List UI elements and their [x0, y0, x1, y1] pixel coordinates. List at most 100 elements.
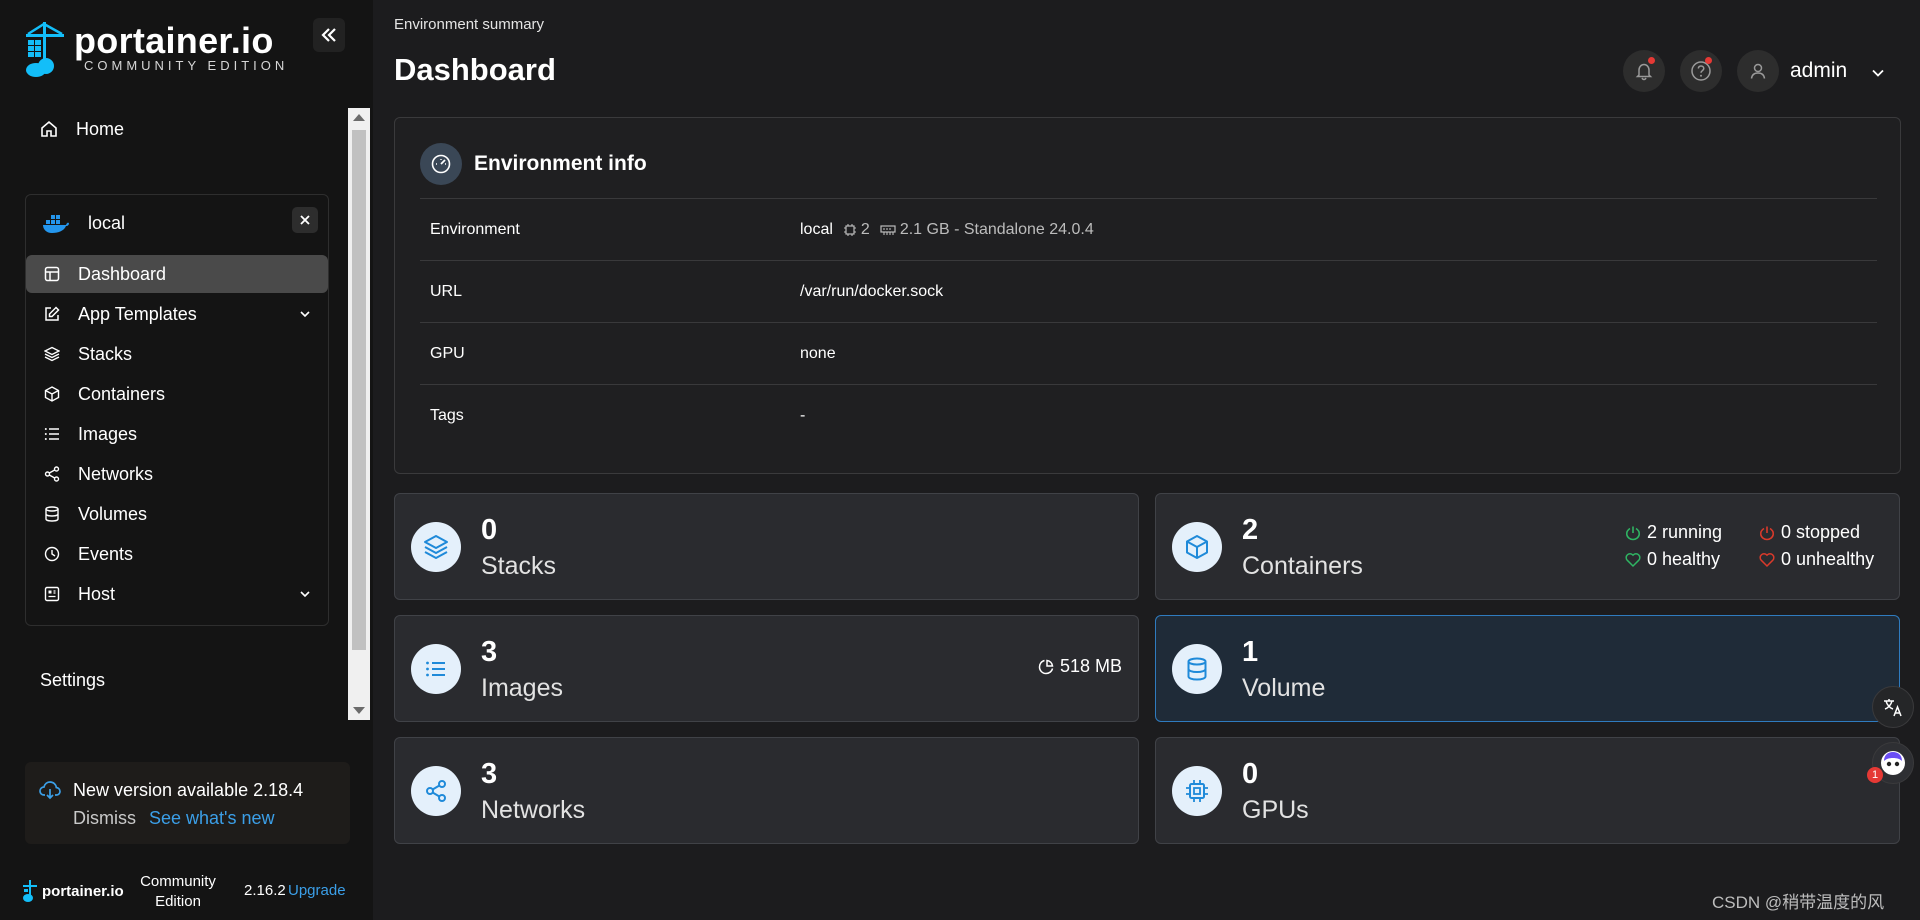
- update-notice: New version available 2.18.4 Dismiss See…: [25, 762, 350, 844]
- cpu-icon: [1172, 766, 1222, 816]
- heart-icon: [1625, 552, 1641, 567]
- environment-info-title: Environment info: [474, 152, 647, 175]
- user-avatar[interactable]: [1737, 50, 1779, 92]
- info-row-gpu: GPU none: [420, 322, 1877, 384]
- cpu-icon: [843, 223, 856, 236]
- translate-button[interactable]: [1872, 686, 1914, 728]
- healthy-count: 0 healthy: [1647, 549, 1721, 569]
- sidebar-scrollbar[interactable]: [348, 108, 370, 720]
- collapse-sidebar-button[interactable]: [313, 18, 345, 52]
- sidebar-item-volumes[interactable]: Volumes: [26, 495, 328, 533]
- portainer-logo[interactable]: portainer.io COMMUNITY EDITION: [22, 20, 284, 82]
- gauge-icon: [420, 143, 462, 185]
- sidebar-item-label: Images: [78, 423, 138, 444]
- sidebar-item-settings[interactable]: Settings: [40, 670, 105, 691]
- dismiss-link[interactable]: Dismiss: [73, 808, 136, 829]
- volume-card[interactable]: 1 Volume: [1155, 615, 1900, 722]
- stopped-count: 0 stopped: [1781, 522, 1861, 542]
- healthy-status: 0 healthy: [1625, 549, 1720, 570]
- gpus-card[interactable]: 0 GPUs: [1155, 737, 1900, 844]
- sidebar: portainer.io COMMUNITY EDITION Home loca…: [0, 0, 373, 920]
- home-icon: [41, 120, 57, 137]
- sidebar-item-label: Containers: [78, 383, 166, 404]
- upgrade-link[interactable]: Upgrade: [288, 882, 346, 899]
- assistant-button[interactable]: 1: [1867, 742, 1914, 784]
- info-row-url: URL /var/run/docker.sock: [420, 260, 1877, 322]
- containers-count: 2: [1242, 514, 1259, 546]
- scroll-down-arrow[interactable]: [353, 707, 365, 714]
- pie-chart-icon: [1038, 659, 1054, 674]
- scroll-up-arrow[interactable]: [353, 114, 365, 121]
- memory-icon: [880, 224, 896, 235]
- version-label: 2.16.2: [244, 882, 286, 899]
- info-key: Tags: [430, 406, 464, 424]
- list-icon: [411, 644, 461, 694]
- unhealthy-status: 0 unhealthy: [1759, 549, 1874, 570]
- stacks-card[interactable]: 0 Stacks: [394, 493, 1139, 600]
- edit-icon: [45, 306, 60, 321]
- clear-environment-button[interactable]: [292, 207, 318, 233]
- cpu-info: 2: [843, 221, 870, 239]
- environment-info-header: Environment info: [420, 143, 647, 185]
- containers-card[interactable]: 2 Containers 2 running 0 stopped 0 healt…: [1155, 493, 1900, 600]
- info-key: Environment: [430, 220, 520, 238]
- scroll-thumb[interactable]: [352, 130, 366, 650]
- environment-nav: Dashboard App Templates Stacks Container…: [26, 255, 328, 615]
- info-value: /var/run/docker.sock: [800, 282, 944, 300]
- running-status: 2 running: [1625, 522, 1722, 543]
- sidebar-item-label: App Templates: [78, 303, 197, 324]
- layers-icon: [44, 346, 60, 362]
- clock-icon: [44, 546, 60, 562]
- networks-count: 3: [481, 758, 498, 790]
- close-icon: [300, 215, 310, 225]
- power-icon: [1759, 526, 1775, 540]
- sidebar-item-host[interactable]: Host: [26, 575, 328, 613]
- chevron-down-icon: [300, 311, 310, 318]
- share-icon: [411, 766, 461, 816]
- sidebar-footer: portainer.io Community Edition 2.16.2 Up…: [22, 868, 362, 912]
- cloud-download-icon: [39, 781, 61, 800]
- sidebar-item-networks[interactable]: Networks: [26, 455, 328, 493]
- gpus-label: GPUs: [1242, 796, 1309, 824]
- info-key: GPU: [430, 344, 465, 362]
- watermark: CSDN @稍带温度的风: [1712, 893, 1885, 912]
- chevron-down-icon: [300, 591, 310, 598]
- help-dot: [1705, 57, 1712, 64]
- unhealthy-count: 0 unhealthy: [1781, 549, 1875, 569]
- sidebar-item-dashboard[interactable]: Dashboard: [26, 255, 328, 293]
- memory-info: 2.1 GB - Standalone 24.0.4: [880, 221, 1094, 239]
- database-icon: [45, 506, 59, 522]
- sidebar-item-app-templates[interactable]: App Templates: [26, 295, 328, 333]
- sidebar-item-label: Host: [78, 583, 116, 604]
- stopped-status: 0 stopped: [1759, 522, 1860, 543]
- networks-card[interactable]: 3 Networks: [394, 737, 1139, 844]
- user-name[interactable]: admin: [1790, 59, 1847, 83]
- whats-new-link[interactable]: See what's new: [149, 808, 275, 829]
- sidebar-item-home[interactable]: Home: [40, 114, 124, 144]
- sidebar-item-images[interactable]: Images: [26, 415, 328, 453]
- host-icon: [44, 586, 60, 602]
- environment-value: local: [800, 220, 833, 238]
- environment-header[interactable]: local: [42, 213, 125, 234]
- help-button[interactable]: [1680, 50, 1722, 92]
- images-size-value: 518 MB: [1060, 656, 1123, 676]
- chevron-down-icon[interactable]: [1870, 65, 1886, 81]
- sidebar-item-containers[interactable]: Containers: [26, 375, 328, 413]
- sidebar-item-stacks[interactable]: Stacks: [26, 335, 328, 373]
- stacks-count: 0: [481, 514, 498, 546]
- images-card[interactable]: 3 Images 518 MB: [394, 615, 1139, 722]
- heart-icon: [1759, 552, 1775, 567]
- environment-name: local: [88, 213, 126, 233]
- volume-count: 1: [1242, 636, 1259, 668]
- footer-logo-text: portainer.io: [42, 882, 124, 900]
- sidebar-item-label: Dashboard: [78, 263, 167, 284]
- sidebar-item-label: Volumes: [78, 503, 148, 524]
- cpu-count: 2: [860, 220, 870, 238]
- notifications-button[interactable]: [1623, 50, 1665, 92]
- portainer-small-icon: [23, 880, 37, 902]
- containers-label: Containers: [1242, 552, 1363, 580]
- sidebar-item-events[interactable]: Events: [26, 535, 328, 573]
- notification-badge: 1: [1867, 767, 1883, 783]
- page-title: Dashboard: [394, 52, 556, 87]
- chevrons-left-icon: [321, 28, 336, 42]
